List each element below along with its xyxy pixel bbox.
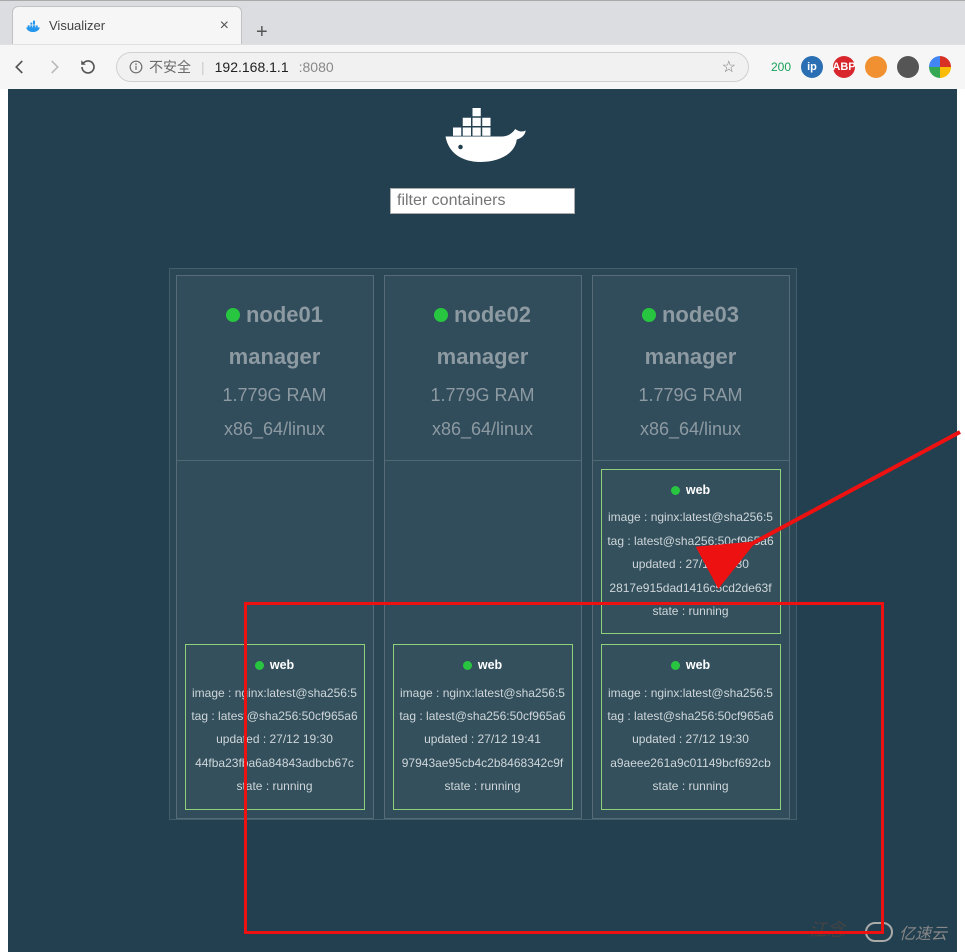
node-body: web image : nginx:latest@sha256:5 tag : … bbox=[593, 460, 789, 818]
visualizer-page: node01 manager 1.779G RAM x86_64/linux w… bbox=[8, 89, 957, 952]
task-tag: tag : latest@sha256:50cf965a6 bbox=[190, 705, 360, 728]
watermark-author: 江念 bbox=[809, 916, 845, 942]
task-tag: tag : latest@sha256:50cf965a6 bbox=[606, 530, 776, 553]
task-tag: tag : latest@sha256:50cf965a6 bbox=[606, 705, 776, 728]
task-name: web bbox=[478, 653, 502, 677]
status-dot-icon bbox=[434, 308, 448, 322]
task-image: image : nginx:latest@sha256:5 bbox=[606, 506, 776, 529]
task-updated: updated : 27/12 19:41 bbox=[398, 728, 568, 751]
task-tag: tag : latest@sha256:50cf965a6 bbox=[398, 705, 568, 728]
forward-button[interactable] bbox=[44, 57, 64, 77]
address-bar[interactable]: 不安全 | 192.168.1.1 :8080 ☆ bbox=[116, 52, 749, 82]
filter-containers-input[interactable] bbox=[390, 188, 575, 214]
task-image: image : nginx:latest@sha256:5 bbox=[190, 682, 360, 705]
reload-button[interactable] bbox=[78, 57, 98, 77]
task-name: web bbox=[270, 653, 294, 677]
node-header: node01 manager 1.779G RAM x86_64/linux bbox=[177, 276, 373, 460]
watermark-brand: 亿速云 bbox=[865, 920, 947, 944]
url-port: :8080 bbox=[299, 59, 334, 75]
watermark-text: 亿速云 bbox=[899, 920, 947, 944]
extension-icon[interactable] bbox=[929, 56, 951, 78]
status-dot-icon bbox=[226, 308, 240, 322]
node-role: manager bbox=[385, 336, 581, 378]
docker-logo bbox=[438, 105, 528, 170]
cloud-icon bbox=[865, 922, 893, 942]
extension-icon[interactable] bbox=[897, 56, 919, 78]
task-cid: 97943ae95cb4c2b8468342c9f bbox=[398, 752, 568, 775]
task-updated: updated : 27/12 19:30 bbox=[606, 728, 776, 751]
node-ram: 1.779G RAM bbox=[177, 378, 373, 412]
task-name: web bbox=[686, 653, 710, 677]
task-state: state : running bbox=[606, 775, 776, 798]
status-code-badge: 200 bbox=[771, 60, 791, 74]
insecure-label: 不安全 bbox=[149, 57, 191, 77]
node-role: manager bbox=[593, 336, 789, 378]
node-ram: 1.779G RAM bbox=[593, 378, 789, 412]
extension-icon[interactable] bbox=[865, 56, 887, 78]
docker-favicon bbox=[25, 18, 41, 34]
insecure-badge: 不安全 bbox=[129, 57, 191, 77]
addr-separator: | bbox=[201, 59, 205, 75]
page-header bbox=[8, 89, 957, 214]
task-updated: updated : 27/12 19:30 bbox=[190, 728, 360, 751]
ip-extension-icon[interactable]: ip bbox=[801, 56, 823, 78]
status-dot-icon bbox=[463, 661, 472, 670]
browser-toolbar: 不安全 | 192.168.1.1 :8080 ☆ 200 ip ABP bbox=[0, 44, 965, 89]
task-card[interactable]: web image : nginx:latest@sha256:5 tag : … bbox=[601, 644, 781, 809]
node-role: manager bbox=[177, 336, 373, 378]
node-column: node02 manager 1.779G RAM x86_64/linux w… bbox=[384, 275, 582, 819]
info-icon bbox=[129, 60, 143, 74]
node-body: web image : nginx:latest@sha256:5 tag : … bbox=[385, 460, 581, 818]
task-cid: a9aeee261a9c01149bcf692cb bbox=[606, 752, 776, 775]
new-tab-button[interactable]: + bbox=[242, 21, 282, 44]
browser-chrome: Visualizer × + 不安全 | 192.168.1.1 :8080 ☆ … bbox=[0, 0, 965, 89]
node-name: node03 bbox=[662, 294, 739, 336]
node-columns: node01 manager 1.779G RAM x86_64/linux w… bbox=[169, 268, 797, 820]
task-state: state : running bbox=[190, 775, 360, 798]
tab-close-button[interactable]: × bbox=[220, 17, 229, 35]
task-image: image : nginx:latest@sha256:5 bbox=[606, 682, 776, 705]
tab-strip: Visualizer × + bbox=[0, 0, 965, 44]
node-name: node01 bbox=[246, 294, 323, 336]
url-host: 192.168.1.1 bbox=[215, 59, 289, 75]
status-dot-icon bbox=[671, 486, 680, 495]
status-dot-icon bbox=[642, 308, 656, 322]
browser-tab[interactable]: Visualizer × bbox=[12, 6, 242, 44]
bookmark-star-icon[interactable]: ☆ bbox=[722, 57, 736, 77]
task-updated: updated : 27/12 19:30 bbox=[606, 553, 776, 576]
task-state: state : running bbox=[606, 600, 776, 623]
tab-title: Visualizer bbox=[49, 18, 212, 33]
task-cid: 44fba23fba6a84843adbcb67c bbox=[190, 752, 360, 775]
back-button[interactable] bbox=[10, 57, 30, 77]
extensions-row: 200 ip ABP bbox=[763, 56, 955, 78]
node-ram: 1.779G RAM bbox=[385, 378, 581, 412]
task-state: state : running bbox=[398, 775, 568, 798]
task-card[interactable]: web image : nginx:latest@sha256:5 tag : … bbox=[185, 644, 365, 809]
abp-extension-icon[interactable]: ABP bbox=[833, 56, 855, 78]
node-arch: x86_64/linux bbox=[385, 412, 581, 446]
node-arch: x86_64/linux bbox=[593, 412, 789, 446]
node-arch: x86_64/linux bbox=[177, 412, 373, 446]
node-body: web image : nginx:latest@sha256:5 tag : … bbox=[177, 460, 373, 818]
node-column: node03 manager 1.779G RAM x86_64/linux w… bbox=[592, 275, 790, 819]
node-name: node02 bbox=[454, 294, 531, 336]
status-dot-icon bbox=[671, 661, 680, 670]
node-header: node02 manager 1.779G RAM x86_64/linux bbox=[385, 276, 581, 460]
task-image: image : nginx:latest@sha256:5 bbox=[398, 682, 568, 705]
status-dot-icon bbox=[255, 661, 264, 670]
node-header: node03 manager 1.779G RAM x86_64/linux bbox=[593, 276, 789, 460]
node-column: node01 manager 1.779G RAM x86_64/linux w… bbox=[176, 275, 374, 819]
task-card[interactable]: web image : nginx:latest@sha256:5 tag : … bbox=[393, 644, 573, 809]
task-name: web bbox=[686, 478, 710, 502]
task-cid: 2817e915dad1416c5cd2de63f bbox=[606, 577, 776, 600]
task-card[interactable]: web image : nginx:latest@sha256:5 tag : … bbox=[601, 469, 781, 634]
